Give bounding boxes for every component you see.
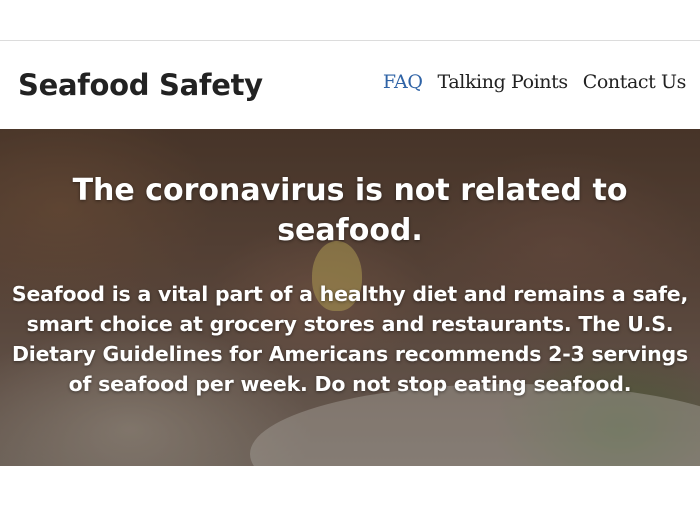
hero-body-text: Seafood is a vital part of a healthy die… [11, 282, 689, 396]
nav-link-faq[interactable]: FAQ [383, 71, 423, 93]
nav-link-contact-us[interactable]: Contact Us [583, 71, 687, 93]
site-header: Seafood Safety FAQ Talking Points Contac… [0, 41, 700, 129]
main-nav: FAQ Talking Points Contact Us [383, 71, 686, 93]
site-title[interactable]: Seafood Safety [18, 68, 263, 102]
hero-heading: The coronavirus is not related to seafoo… [72, 173, 628, 248]
nav-link-talking-points[interactable]: Talking Points [438, 71, 569, 93]
hero-banner: The coronavirus is not related to seafoo… [0, 129, 700, 466]
